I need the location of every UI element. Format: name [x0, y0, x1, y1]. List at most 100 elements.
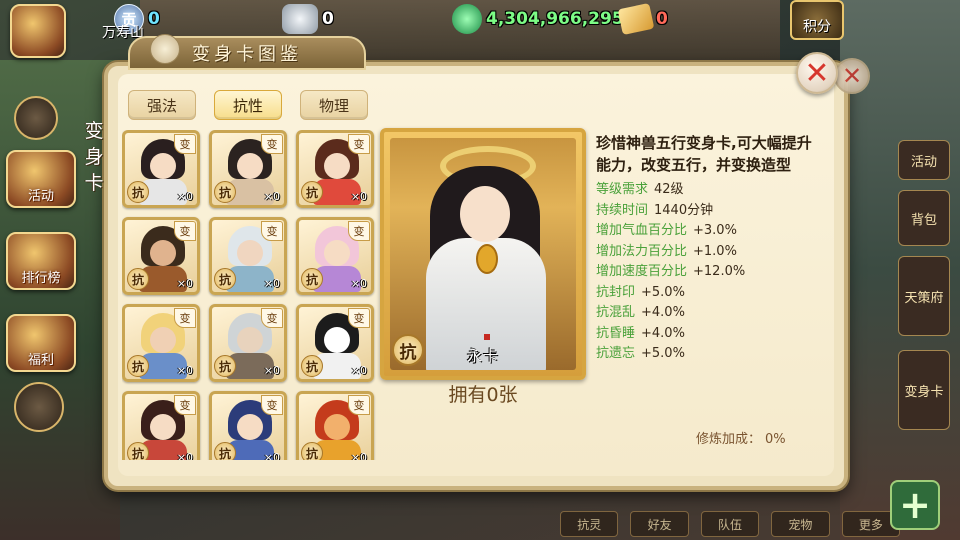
resistance-badge-icon: 抗	[214, 181, 236, 203]
card-count: ×0	[263, 190, 280, 203]
stat-key: 增加气血百分比	[596, 223, 688, 238]
transform-tag-icon: 变	[348, 395, 370, 415]
resource-bar: 贡 0 0 4,304,966,295 0	[110, 0, 840, 40]
transform-tag-icon: 变	[174, 221, 196, 241]
bottom-button-1[interactable]: 抗灵	[560, 511, 619, 537]
card-count: ×0	[263, 451, 280, 460]
tab-magic[interactable]: 强法	[128, 90, 196, 120]
transform-tag-icon: 变	[348, 308, 370, 328]
card-grid[interactable]: 变 抗 ×0 变 抗 ×0 变 抗 ×0 变 抗 ×0 变 抗 ×0 变 抗 ×…	[122, 130, 382, 460]
card-description: 珍惜神兽五行变身卡,可大幅提升能力，改变五行，并变换造型 等级需求 42级 持续时间…	[596, 132, 814, 365]
transform-tag-icon: 变	[261, 221, 283, 241]
transform-card-item[interactable]: 变 抗 ×0	[122, 217, 200, 295]
resistance-badge-icon: 抗	[301, 181, 323, 203]
card-count: ×0	[350, 364, 367, 377]
transform-card-side-button[interactable]: 变身卡	[898, 350, 950, 430]
transform-card-item[interactable]: 变 抗 ×0	[296, 304, 374, 382]
transform-tag-icon: 变	[261, 308, 283, 328]
tab-physical[interactable]: 物理	[300, 90, 368, 120]
card-count: ×0	[176, 190, 193, 203]
stat-key: 增加速度百分比	[596, 264, 688, 279]
close-button[interactable]: ✕	[796, 52, 838, 94]
welfare-button[interactable]: 福利	[6, 314, 76, 372]
refine-bonus: 修炼加成： 0%	[696, 428, 786, 447]
transform-card-item[interactable]: 变 抗 ×0	[122, 130, 200, 208]
resistance-badge-icon: 抗	[214, 355, 236, 377]
bag-button[interactable]: 背包	[898, 190, 950, 246]
transform-tag-icon: 变	[348, 221, 370, 241]
transform-card-item[interactable]: 变 抗 ×0	[296, 130, 374, 208]
card-count: ×0	[176, 364, 193, 377]
close-icon: ✕	[804, 55, 830, 91]
stat-key: 抗遗忘	[596, 346, 636, 361]
activity-label: 活动	[27, 189, 54, 204]
silver-value: 0	[322, 9, 334, 29]
right-activity-label: 活动	[910, 154, 937, 170]
card-headline: 珍惜神兽五行变身卡,可大幅提升能力，改变五行，并变换造型	[596, 134, 812, 174]
transform-card-item[interactable]: 变 抗 ×0	[122, 304, 200, 382]
stat-row: 抗昏睡 +4.0%	[596, 324, 814, 345]
portrait-face	[150, 240, 176, 266]
portrait-face	[324, 153, 350, 179]
tiance-button[interactable]: 天策府	[898, 256, 950, 336]
stat-value: 1440分钟	[654, 202, 714, 218]
selected-card-preview: 抗 永卡	[380, 128, 586, 380]
portrait-face	[150, 153, 176, 179]
bottom-button-pet[interactable]: 宠物	[771, 511, 830, 537]
resistance-badge-icon: 抗	[127, 181, 149, 203]
medallion-decor	[476, 244, 498, 274]
transform-card-item[interactable]: 变 抗 ×0	[209, 217, 287, 295]
points-button[interactable]: 积分	[790, 0, 844, 40]
tab-resistance[interactable]: 抗性	[214, 90, 282, 120]
portrait-face	[324, 414, 350, 440]
bottom-button-friends[interactable]: 好友	[630, 511, 689, 537]
activity-button[interactable]: 活动	[6, 150, 76, 208]
stat-row: 等级需求 42级	[596, 180, 814, 201]
transform-card-item[interactable]: 变 抗 ×0	[122, 391, 200, 460]
category-tabs: 强法 抗性 物理	[128, 90, 368, 120]
welfare-label: 福利	[27, 353, 54, 368]
transform-tag-icon: 变	[261, 395, 283, 415]
chat-bubble-button[interactable]	[14, 382, 64, 432]
transform-card-item[interactable]: 变 抗 ×0	[296, 217, 374, 295]
transform-card-item[interactable]: 变 抗 ×0	[209, 391, 287, 460]
portrait-face	[324, 240, 350, 266]
portrait-face	[237, 414, 263, 440]
card-count: ×0	[263, 277, 280, 290]
stat-list: 等级需求 42级 持续时间 1440分钟 增加气血百分比 +3.0% 增加法力百分比 +1.0…	[596, 180, 814, 365]
stat-value: +1.0%	[693, 243, 737, 259]
stat-key: 抗昏睡	[596, 325, 636, 341]
side-tab-label: 变身卡	[84, 120, 104, 194]
card-count: ×0	[176, 277, 193, 290]
expand-arrow-button[interactable]	[14, 96, 58, 140]
portrait-face	[237, 240, 263, 266]
left-hud: 活动 排行榜 福利	[0, 0, 110, 540]
bottom-button-team[interactable]: 队伍	[700, 511, 760, 537]
transform-card-item[interactable]: 变 抗 ×0	[209, 304, 287, 382]
resistance-badge-icon: 抗	[214, 268, 236, 290]
stat-row: 抗混乱 +4.0%	[596, 303, 814, 324]
transform-tag-icon: 变	[174, 134, 196, 154]
resistance-badge-icon: 抗	[301, 355, 323, 377]
jade-value: 4,304,966,295	[486, 9, 624, 29]
resistance-badge-icon: 抗	[127, 355, 149, 377]
right-activity-button[interactable]: 活动	[898, 140, 950, 180]
stat-value: +5.0%	[641, 346, 685, 361]
map-button[interactable]	[10, 4, 66, 58]
transform-card-item[interactable]: 变 抗 ×0	[296, 391, 374, 460]
transform-tag-icon: 变	[174, 395, 196, 415]
stat-value: +4.0%	[641, 305, 685, 320]
background-close-icon[interactable]: ✕	[834, 58, 870, 94]
card-count: ×0	[263, 364, 280, 377]
character-face	[460, 186, 510, 242]
silver-ingot-icon	[282, 4, 318, 34]
card-count: ×0	[350, 451, 367, 460]
tiance-label: 天策府	[904, 290, 944, 306]
plus-icon: +	[899, 483, 931, 527]
jade-resource: 4,304,966,295	[452, 4, 624, 34]
transform-card-item[interactable]: 变 抗 ×0	[209, 130, 287, 208]
add-button[interactable]: +	[890, 480, 940, 530]
transform-tag-icon: 变	[261, 134, 283, 154]
portrait-face	[324, 327, 350, 353]
ranking-button[interactable]: 排行榜	[6, 232, 76, 290]
